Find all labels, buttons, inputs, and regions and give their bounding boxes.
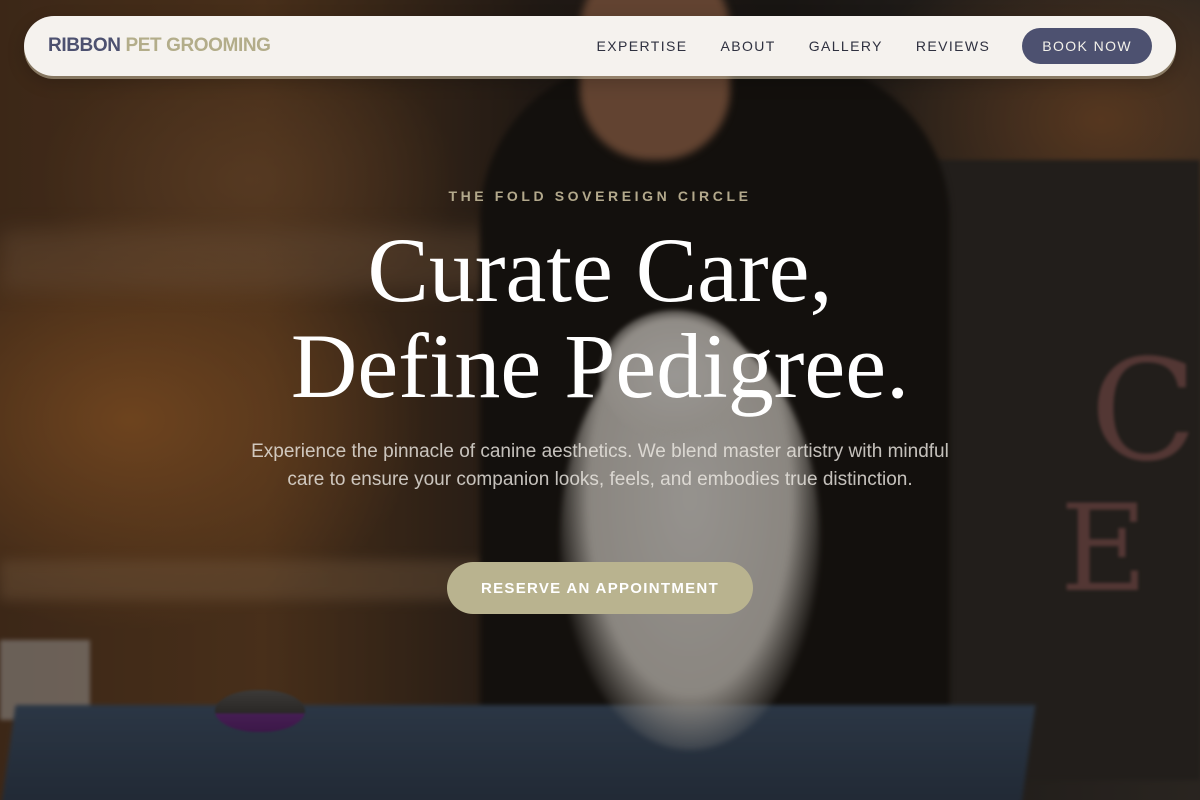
reserve-appointment-button[interactable]: RESERVE AN APPOINTMENT — [447, 562, 753, 614]
nav-link-gallery[interactable]: GALLERY — [809, 38, 883, 54]
hero-eyebrow: THE FOLD SOVEREIGN CIRCLE — [448, 188, 752, 204]
nav-link-expertise[interactable]: EXPERTISE — [597, 38, 688, 54]
nav-link-reviews[interactable]: REVIEWS — [916, 38, 990, 54]
book-now-button[interactable]: BOOK NOW — [1022, 28, 1152, 64]
brand-logo[interactable]: RIBBON PET GROOMING — [48, 35, 271, 57]
brand-name-primary: RIBBON — [48, 35, 121, 56]
hero-subtext: Experience the pinnacle of canine aesthe… — [251, 441, 949, 490]
brand-name-accent: PET GROOMING — [125, 35, 271, 56]
hero-headline-line-1: Curate Care, — [367, 219, 833, 321]
hero-headline-line-2: Define Pedigree. — [290, 315, 910, 417]
navbar: RIBBON PET GROOMING EXPERTISE ABOUT GALL… — [24, 16, 1176, 76]
nav-links: EXPERTISE ABOUT GALLERY REVIEWS BOOK NOW — [597, 28, 1152, 64]
hero-headline: Curate Care, Define Pedigree. — [0, 222, 1200, 414]
nav-link-about[interactable]: ABOUT — [720, 38, 775, 54]
